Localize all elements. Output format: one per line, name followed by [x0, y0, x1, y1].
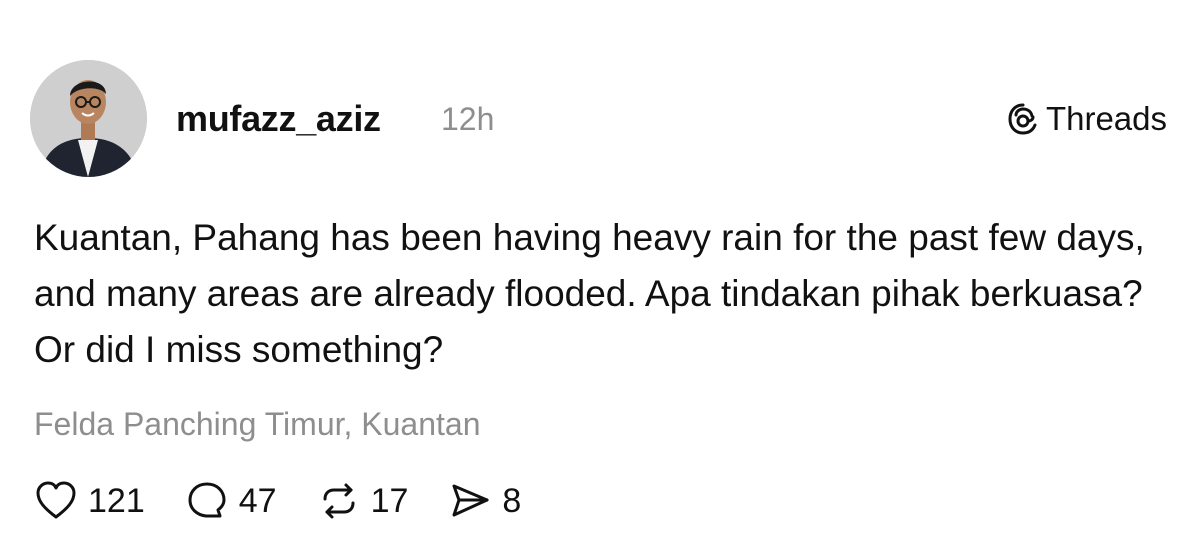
post-location[interactable]: Felda Panching Timur, Kuantan: [34, 406, 481, 443]
threads-brand-label: Threads: [1045, 100, 1167, 137]
threads-logo-icon: [1006, 102, 1040, 136]
reply-button[interactable]: 47: [185, 479, 277, 523]
post-actions: 121 47 17 8: [34, 475, 561, 527]
post-timestamp: 12h: [441, 101, 495, 137]
share-button[interactable]: 8: [448, 479, 521, 523]
post-text: Kuantan, Pahang has been having heavy ra…: [34, 217, 1145, 370]
repost-button[interactable]: 17: [317, 479, 409, 523]
send-icon: [448, 479, 492, 523]
threads-brand[interactable]: Threads: [1006, 100, 1167, 138]
share-count: 8: [502, 481, 522, 520]
avatar[interactable]: [30, 60, 147, 177]
profile-photo: [30, 60, 147, 177]
repost-count: 17: [370, 481, 409, 520]
repost-icon: [317, 479, 361, 523]
comment-icon: [185, 479, 229, 523]
heart-icon: [34, 479, 78, 523]
like-count: 121: [88, 481, 145, 520]
reply-count: 47: [238, 481, 277, 520]
author-username[interactable]: mufazz_aziz: [176, 98, 381, 140]
like-button[interactable]: 121: [34, 479, 145, 523]
